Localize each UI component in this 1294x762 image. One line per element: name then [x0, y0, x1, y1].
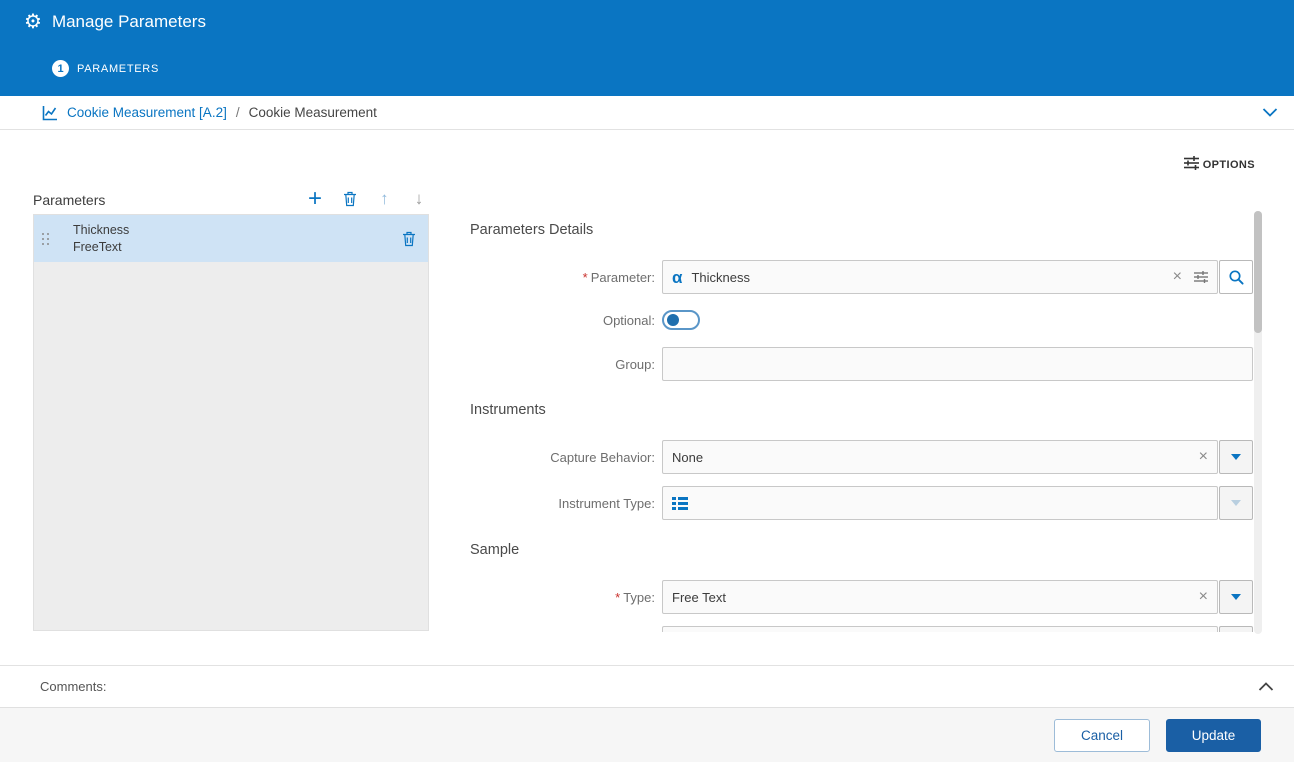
caret-down-icon — [1231, 454, 1241, 460]
comments-bar: Comments: — [0, 665, 1294, 707]
experiment-chart-icon — [42, 105, 58, 121]
page-title: Manage Parameters — [52, 12, 206, 32]
chevron-up-icon[interactable] — [1258, 682, 1274, 691]
instrument-type-label: Instrument Type: — [470, 496, 655, 511]
list-item-labels: Thickness FreeText — [73, 222, 129, 256]
instruments-heading: Instruments — [470, 402, 546, 418]
optional-label: Optional: — [470, 313, 655, 328]
instrument-type-field[interactable] — [662, 486, 1218, 520]
item-trash-icon[interactable] — [402, 231, 416, 247]
move-down-button[interactable]: ↓ — [408, 187, 430, 211]
step-parameters[interactable]: 1 PARAMETERS — [52, 60, 159, 77]
capture-behavior-row: Capture Behavior: None × — [470, 440, 1253, 474]
update-button[interactable]: Update — [1166, 719, 1261, 752]
partial-dropdown-button[interactable] — [1219, 626, 1253, 632]
partial-field[interactable] — [662, 626, 1218, 632]
header: ⚙ Manage Parameters 1 PARAMETERS — [0, 0, 1294, 96]
group-field[interactable] — [662, 347, 1253, 381]
parameters-details-panel: Parameters Details *Parameter: α Thickne… — [470, 214, 1253, 632]
breadcrumb: Cookie Measurement [A.2] / Cookie Measur… — [0, 96, 1294, 130]
group-label: Group: — [470, 357, 655, 372]
capture-behavior-label: Capture Behavior: — [470, 450, 655, 465]
capture-behavior-field[interactable]: None × — [662, 440, 1218, 474]
comments-label: Comments: — [40, 679, 106, 694]
instrument-type-dropdown-button[interactable] — [1219, 486, 1253, 520]
breadcrumb-link[interactable]: Cookie Measurement [A.2] — [67, 105, 227, 120]
parameter-label: *Parameter: — [470, 270, 655, 285]
optional-toggle[interactable] — [662, 310, 700, 330]
options-label: OPTIONS — [1203, 159, 1255, 171]
manage-parameters-dialog: ⚙ Manage Parameters 1 PARAMETERS Cookie … — [0, 0, 1294, 762]
group-row: Group: — [470, 347, 1253, 381]
footer: Cancel Update — [0, 707, 1294, 762]
type-label: *Type: — [470, 590, 655, 605]
optional-row: Optional: — [470, 310, 1253, 330]
sample-heading: Sample — [470, 542, 519, 558]
caret-down-icon — [1231, 594, 1241, 600]
toggle-knob — [667, 314, 679, 326]
clear-icon[interactable]: × — [1173, 269, 1182, 285]
add-parameter-button[interactable]: + — [304, 187, 326, 211]
breadcrumb-separator: / — [236, 105, 240, 120]
step-label: PARAMETERS — [77, 63, 159, 75]
alpha-type-icon: α — [672, 269, 682, 286]
parameter-type: FreeText — [73, 239, 129, 256]
parameter-name: Thickness — [73, 222, 129, 239]
next-field-partial — [470, 626, 1253, 632]
capture-behavior-dropdown-button[interactable] — [1219, 440, 1253, 474]
parameters-list-title: Parameters — [33, 192, 105, 208]
type-dropdown-button[interactable] — [1219, 580, 1253, 614]
instrument-type-row: Instrument Type: — [470, 486, 1253, 520]
caret-down-icon — [1231, 500, 1241, 506]
delete-parameter-button[interactable] — [339, 187, 361, 211]
list-item[interactable]: Thickness FreeText — [34, 215, 428, 262]
parameter-value: Thickness — [691, 270, 750, 285]
type-field[interactable]: Free Text × — [662, 580, 1218, 614]
details-heading: Parameters Details — [470, 222, 593, 238]
field-options-icon[interactable] — [1194, 271, 1208, 283]
parameter-row: *Parameter: α Thickness × — [470, 260, 1253, 294]
clear-icon[interactable]: × — [1199, 589, 1208, 605]
parameters-list-toolbar: + ↑ ↓ — [304, 187, 430, 211]
cancel-button[interactable]: Cancel — [1054, 719, 1150, 752]
list-type-icon — [672, 497, 688, 510]
details-scrollbar-track[interactable] — [1254, 211, 1262, 634]
chevron-down-icon[interactable] — [1262, 108, 1278, 117]
parameters-list: Thickness FreeText — [33, 214, 429, 631]
details-scrollbar-thumb[interactable] — [1254, 211, 1262, 333]
clear-icon[interactable]: × — [1199, 449, 1208, 465]
search-button[interactable] — [1219, 260, 1253, 294]
step-number-badge: 1 — [52, 60, 69, 77]
drag-handle[interactable] — [42, 233, 49, 245]
breadcrumb-current: Cookie Measurement — [249, 105, 377, 120]
move-up-button[interactable]: ↑ — [373, 187, 395, 211]
parameter-field[interactable]: α Thickness × — [662, 260, 1218, 294]
manage-parameters-icon: ⚙ — [24, 12, 42, 32]
options-sliders-icon — [1184, 156, 1199, 173]
type-row: *Type: Free Text × — [470, 580, 1253, 614]
header-title-row: ⚙ Manage Parameters — [24, 12, 206, 32]
options-button[interactable]: OPTIONS — [1184, 156, 1255, 173]
